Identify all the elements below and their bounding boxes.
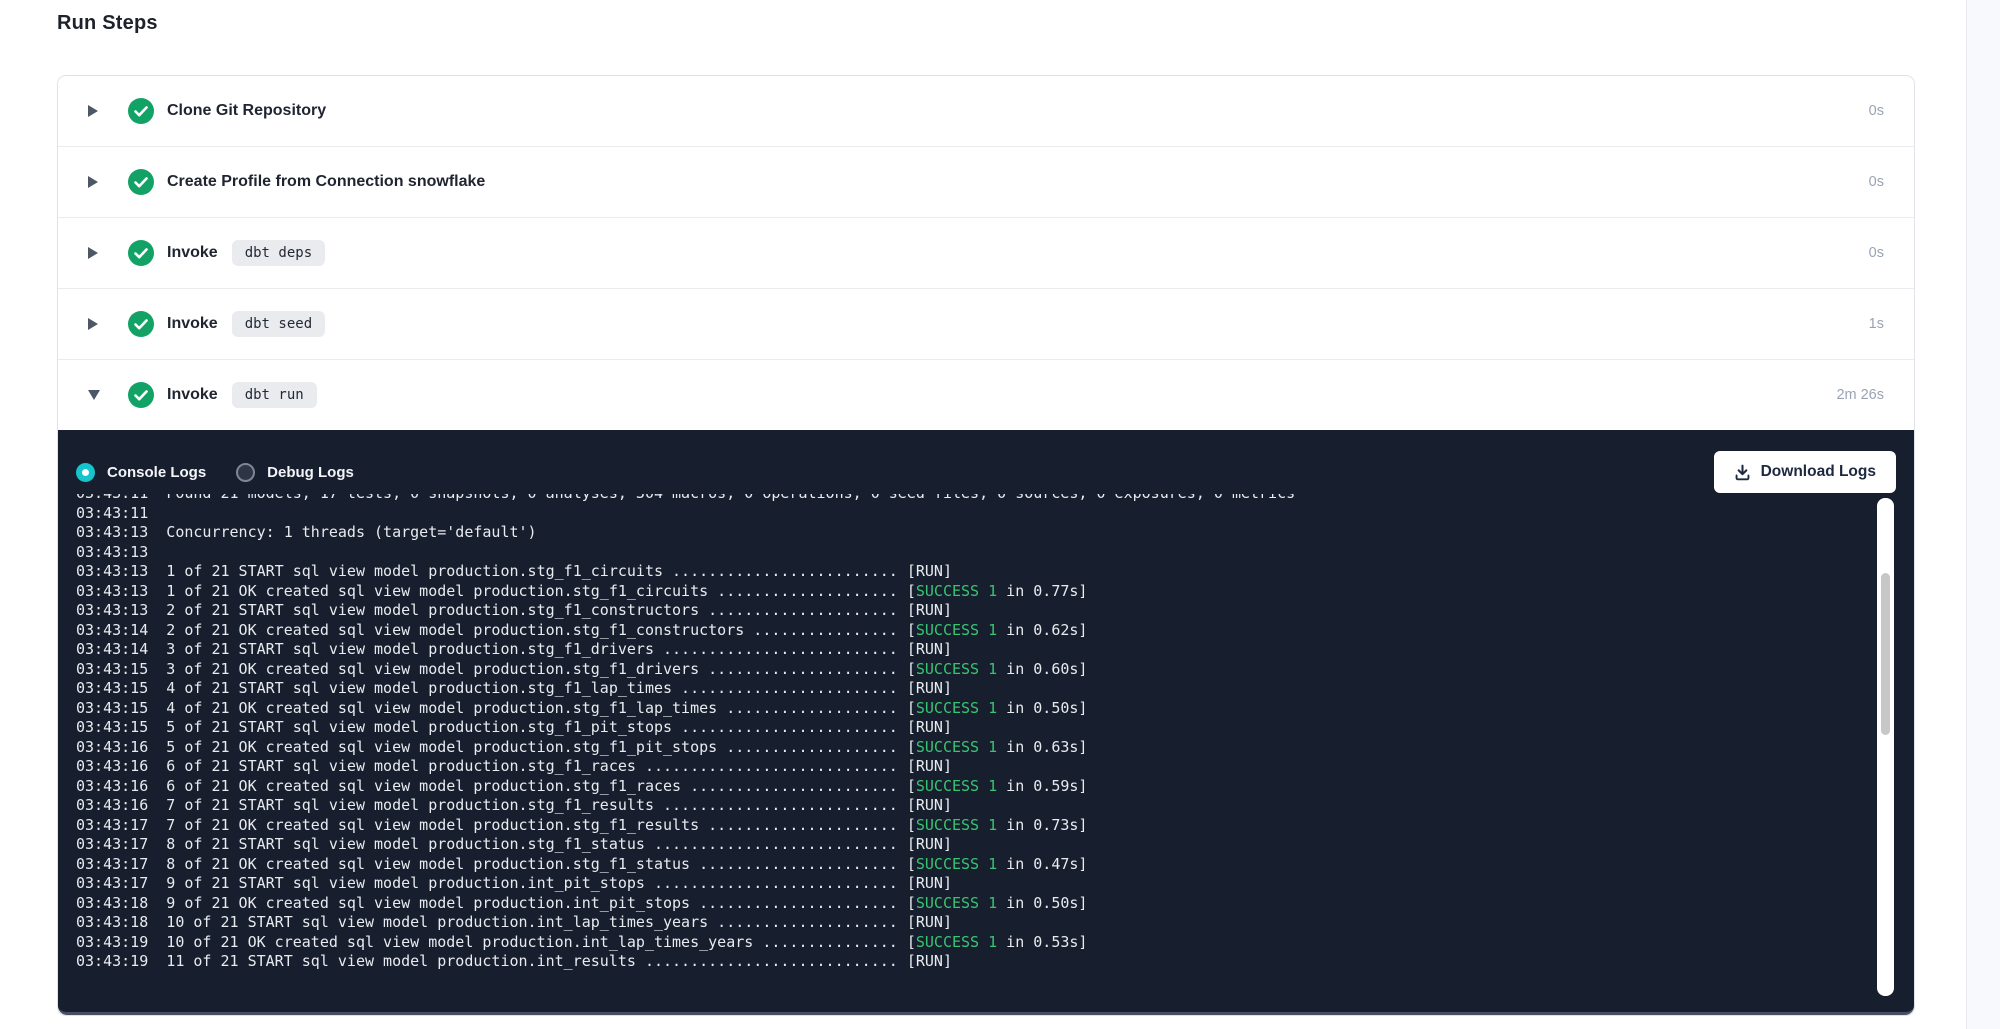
log-line: 03:43:13 1 of 21 START sql view model pr… [76,562,1896,582]
log-success-status: SUCCESS 1 [916,738,997,756]
console-log-viewport[interactable]: 03:43:11 Found 21 models, 17 tests, 0 sn… [76,494,1896,999]
log-scrollbar-track[interactable] [1877,498,1894,996]
log-line: 03:43:17 9 of 21 START sql view model pr… [76,874,1896,894]
caret-right-icon[interactable] [88,247,104,259]
check-circle-icon [128,311,154,337]
check-circle-icon [128,98,154,124]
caret-right-icon[interactable] [88,318,104,330]
radio-unselected-icon[interactable] [236,463,255,482]
download-icon [1734,464,1751,481]
log-line: 03:43:15 5 of 21 START sql view model pr… [76,718,1896,738]
radio-selected-icon[interactable] [76,463,95,482]
log-line: 03:43:16 6 of 21 OK created sql view mod… [76,777,1896,797]
debug-logs-label: Debug Logs [267,464,354,481]
step-command-badge: dbt run [232,382,317,408]
console-logs-label: Console Logs [107,464,206,481]
log-success-status: SUCCESS 1 [916,894,997,912]
run-steps-card: Clone Git Repository 0s Create Profile f… [57,75,1915,1016]
log-line: 03:43:15 4 of 21 START sql view model pr… [76,679,1896,699]
check-circle-icon [128,382,154,408]
log-line: 03:43:13 Concurrency: 1 threads (target=… [76,523,1896,543]
step-duration: 0s [1869,174,1884,190]
log-line: 03:43:16 7 of 21 START sql view model pr… [76,796,1896,816]
step-row-invoke-dbt-run[interactable]: Invoke dbt run 2m 26s [58,359,1914,430]
caret-right-icon[interactable] [88,176,104,188]
step-label: Invoke [167,386,218,404]
step-command-badge: dbt seed [232,311,325,337]
log-panel: Console Logs Debug Logs Download Logs 03… [58,430,1914,1015]
log-line: 03:43:14 3 of 21 START sql view model pr… [76,640,1896,660]
step-label: Invoke [167,315,218,333]
log-line: 03:43:16 5 of 21 OK created sql view mod… [76,738,1896,758]
log-success-status: SUCCESS 1 [916,660,997,678]
log-type-radio-group: Console Logs Debug Logs [76,463,354,482]
step-label: Create Profile from Connection snowflake [167,173,485,191]
log-success-status: SUCCESS 1 [916,933,997,951]
log-success-status: SUCCESS 1 [916,582,997,600]
caret-down-icon[interactable] [88,390,104,400]
download-logs-button[interactable]: Download Logs [1714,451,1896,493]
debug-logs-radio[interactable]: Debug Logs [236,463,354,482]
check-circle-icon [128,240,154,266]
check-circle-icon [128,169,154,195]
log-success-status: SUCCESS 1 [916,777,997,795]
log-line: 03:43:13 [76,543,1896,563]
log-line: 03:43:11 [76,504,1896,524]
log-success-status: SUCCESS 1 [916,816,997,834]
log-line: 03:43:19 11 of 21 START sql view model p… [76,952,1896,972]
log-line: 03:43:14 2 of 21 OK created sql view mod… [76,621,1896,641]
step-label: Invoke [167,244,218,262]
download-logs-label: Download Logs [1761,463,1876,481]
log-line: 03:43:17 8 of 21 OK created sql view mod… [76,855,1896,875]
step-duration: 1s [1869,316,1884,332]
log-line: 03:43:16 6 of 21 START sql view model pr… [76,757,1896,777]
log-line: 03:43:13 1 of 21 OK created sql view mod… [76,582,1896,602]
caret-right-icon[interactable] [88,105,104,117]
log-line: 03:43:18 10 of 21 START sql view model p… [76,913,1896,933]
step-row-create-profile[interactable]: Create Profile from Connection snowflake… [58,146,1914,217]
step-row-invoke-dbt-deps[interactable]: Invoke dbt deps 0s [58,217,1914,288]
log-line: 03:43:18 9 of 21 OK created sql view mod… [76,894,1896,914]
log-line: 03:43:19 10 of 21 OK created sql view mo… [76,933,1896,953]
step-duration: 2m 26s [1836,387,1884,403]
step-duration: 0s [1869,103,1884,119]
console-logs-radio[interactable]: Console Logs [76,463,206,482]
log-line: 03:43:11 Found 21 models, 17 tests, 0 sn… [76,494,1896,504]
step-row-clone-git-repository[interactable]: Clone Git Repository 0s [58,76,1914,146]
log-line: 03:43:13 2 of 21 START sql view model pr… [76,601,1896,621]
log-success-status: SUCCESS 1 [916,699,997,717]
log-line: 03:43:15 3 of 21 OK created sql view mod… [76,660,1896,680]
log-line: 03:43:17 8 of 21 START sql view model pr… [76,835,1896,855]
log-success-status: SUCCESS 1 [916,621,997,639]
log-panel-header: Console Logs Debug Logs Download Logs [76,430,1896,494]
log-success-status: SUCCESS 1 [916,855,997,873]
step-duration: 0s [1869,245,1884,261]
log-line: 03:43:15 4 of 21 OK created sql view mod… [76,699,1896,719]
step-row-invoke-dbt-seed[interactable]: Invoke dbt seed 1s [58,288,1914,359]
step-label: Clone Git Repository [167,102,326,120]
step-command-badge: dbt deps [232,240,325,266]
page-title: Run Steps [57,12,158,35]
log-scrollbar-thumb[interactable] [1881,573,1890,735]
right-gutter [1966,0,2000,1029]
log-line: 03:43:17 7 of 21 OK created sql view mod… [76,816,1896,836]
